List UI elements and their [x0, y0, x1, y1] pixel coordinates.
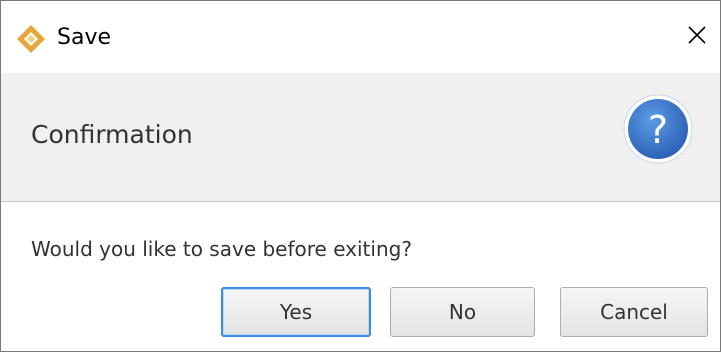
dialog-content: Would you like to save before exiting? Y… — [1, 202, 720, 351]
question-mark-icon: ? — [622, 93, 694, 165]
window-title: Save — [57, 25, 112, 50]
close-icon — [687, 25, 707, 49]
title-bar[interactable]: Save — [1, 1, 720, 73]
svg-text:?: ? — [648, 108, 668, 152]
message-text: Would you like to save before exiting? — [31, 237, 412, 261]
header-text: Confirmation — [31, 120, 193, 149]
cancel-button[interactable]: Cancel — [560, 287, 708, 337]
close-button[interactable] — [674, 9, 720, 65]
no-button[interactable]: No — [390, 287, 535, 337]
diamond-logo-icon — [16, 24, 46, 54]
save-dialog: Save Confirmation ? Would you like to sa… — [0, 0, 721, 352]
yes-button[interactable]: Yes — [221, 287, 371, 337]
dialog-header: Confirmation ? — [1, 73, 720, 201]
